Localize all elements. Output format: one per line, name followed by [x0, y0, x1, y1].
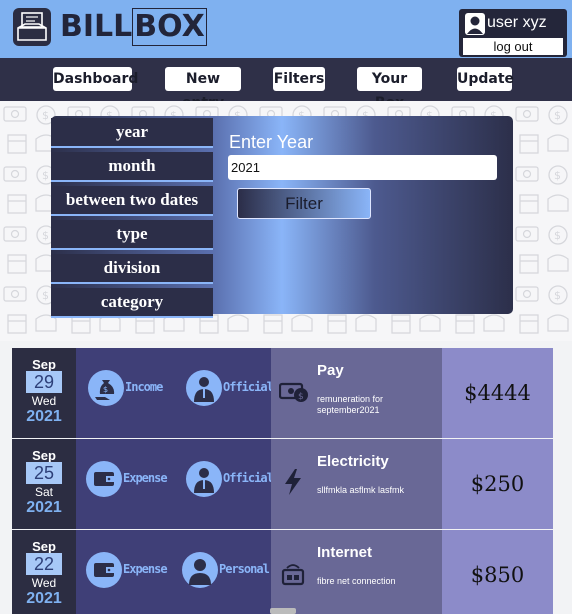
entry-weekday: Wed: [31, 394, 57, 408]
entry-day: 22: [26, 553, 62, 575]
filter-option-month[interactable]: month: [51, 152, 213, 182]
entry-title: Internet: [317, 544, 373, 561]
money-bag-hand-icon: $: [88, 370, 124, 406]
entry-description: sllfmkla asflmk lasfmk: [317, 485, 405, 495]
entry-card[interactable]: Sep 22 Wed 2021 Expense Personal Interne…: [12, 530, 553, 614]
entry-division-label: Official: [223, 380, 274, 394]
entry-year: 2021: [26, 590, 62, 607]
filter-button[interactable]: Filter: [237, 188, 371, 219]
entry-title: Electricity: [317, 453, 389, 470]
wallet-icon: [86, 461, 122, 497]
entry-date: Sep 22 Wed 2021: [12, 530, 76, 614]
entry-info: Internet fibre net connection: [271, 530, 442, 614]
logo-text-box: BOX: [132, 8, 207, 46]
entry-date: Sep 29 Wed 2021: [12, 348, 76, 438]
billbox-logo-icon: [13, 8, 51, 46]
filter-option-type[interactable]: type: [51, 220, 213, 250]
nav-new-entry-button[interactable]: New entry: [165, 67, 241, 111]
entry-info: $ Pay remuneration for september2021: [271, 348, 442, 438]
user-avatar-icon: [465, 13, 485, 35]
businessman-icon: [186, 461, 222, 497]
entry-year: 2021: [26, 499, 62, 516]
person-icon: [182, 552, 218, 588]
nav-update-button[interactable]: Update: [457, 67, 514, 91]
svg-text:$: $: [298, 392, 304, 402]
user-panel: user xyz log out: [459, 9, 567, 57]
entry-description: remuneration for september2021: [317, 394, 384, 415]
top-bar: BILLBOX user xyz log out: [0, 0, 572, 58]
svg-text:$: $: [103, 385, 108, 394]
entry-title: Pay: [317, 362, 344, 379]
cash-icon: $: [278, 376, 309, 406]
logo-wordmark: BILLBOX: [60, 8, 207, 46]
filter-option-year[interactable]: year: [51, 118, 213, 148]
filter-option-category[interactable]: category: [51, 288, 213, 318]
router-icon: [279, 558, 309, 588]
entry-month: Sep: [32, 539, 56, 554]
nav-dashboard-button[interactable]: Dashboard: [53, 67, 138, 91]
entry-month: Sep: [32, 448, 56, 463]
filter-option-between-two-dates[interactable]: between two dates: [51, 186, 213, 216]
nav-filters-button[interactable]: Filters: [273, 67, 325, 91]
businessman-icon: [186, 370, 222, 406]
entry-card[interactable]: Sep 25 Sat 2021 Expense Official Electri…: [12, 439, 553, 529]
entry-weekday: Sat: [34, 485, 53, 499]
entry-day: 29: [26, 371, 62, 393]
filter-option-division[interactable]: division: [51, 254, 213, 284]
entry-weekday: Wed: [31, 576, 57, 590]
entry-info: Electricity sllfmkla asflmk lasfmk: [271, 439, 442, 529]
entry-amount: $4444: [442, 348, 553, 438]
nav-bar: Dashboard New entry Filters Your Box Upd…: [0, 58, 572, 111]
enter-year-label: Enter Year: [229, 132, 314, 152]
entry-card[interactable]: Sep 29 Wed 2021 $ Income Official $ Pay …: [12, 348, 553, 438]
entry-division-label: Official: [223, 471, 274, 485]
entry-description: fibre net connection: [317, 576, 396, 586]
entry-date: Sep 25 Sat 2021: [12, 439, 76, 529]
entry-month: Sep: [32, 357, 56, 372]
logout-button[interactable]: log out: [463, 38, 563, 55]
entry-division-label: Personal: [219, 562, 270, 576]
lightning-icon: [279, 467, 309, 497]
wallet-icon: [86, 552, 122, 588]
logo-text-bill: BILL: [60, 9, 133, 44]
entry-tags: Expense Personal: [76, 530, 271, 614]
year-input[interactable]: [228, 155, 497, 180]
entry-day: 25: [26, 462, 62, 484]
user-name: user xyz: [487, 14, 547, 31]
scroll-indicator[interactable]: [270, 608, 296, 614]
entry-type-label: Income: [125, 380, 163, 394]
entry-type-label: Expense: [123, 471, 168, 485]
entry-tags: Expense Official: [76, 439, 274, 529]
entry-type-label: Expense: [123, 562, 168, 576]
entry-tags: $ Income Official: [76, 348, 274, 438]
nav-your-box-button[interactable]: Your Box: [357, 67, 422, 111]
entry-amount: $250: [442, 439, 553, 529]
entry-amount: $850: [442, 530, 553, 614]
entry-year: 2021: [26, 408, 62, 425]
